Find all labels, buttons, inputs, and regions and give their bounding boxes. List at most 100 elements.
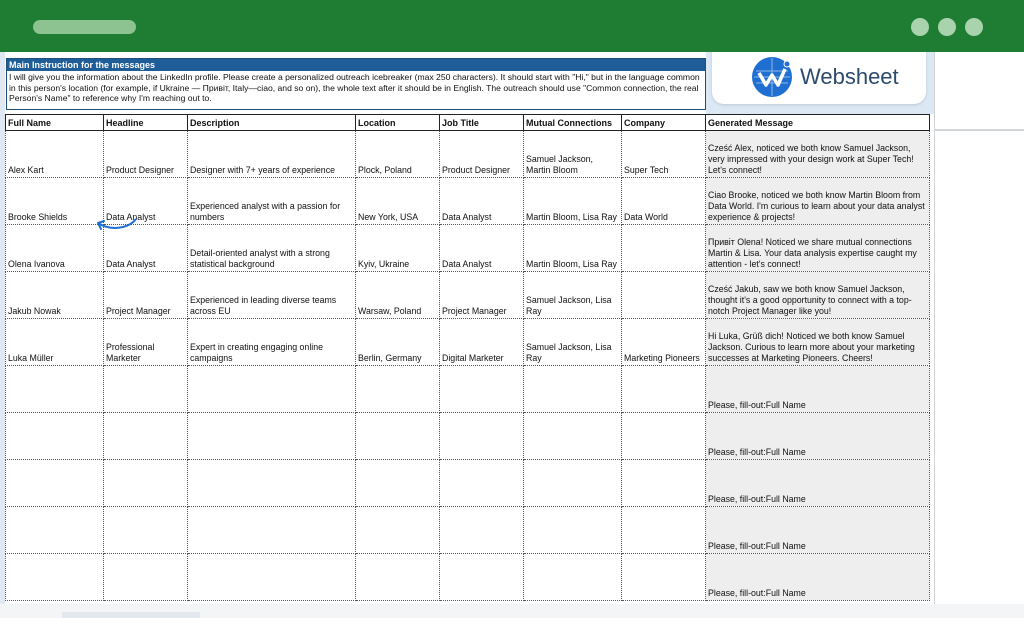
cell-headline[interactable]	[103, 412, 188, 460]
cell-job-title[interactable]	[439, 459, 524, 507]
cell-job-title[interactable]	[439, 506, 524, 554]
header-company[interactable]: Company	[621, 114, 706, 131]
table-row: Please, fill-out:Full Name	[5, 412, 930, 460]
cell-generated-message[interactable]: Please, fill-out:Full Name	[705, 506, 930, 554]
cell-company[interactable]	[621, 271, 706, 319]
cell-company[interactable]	[621, 224, 706, 272]
cell-generated-message[interactable]: Please, fill-out:Full Name	[705, 412, 930, 460]
cell-job-title[interactable]: Digital Marketer	[439, 318, 524, 366]
cell-mutual-connections[interactable]: Samuel Jackson, Martin Bloom	[523, 130, 622, 178]
table-row: Please, fill-out:Full Name	[5, 506, 930, 554]
cell-description[interactable]: Designer with 7+ years of experience	[187, 130, 356, 178]
cell-description[interactable]	[187, 459, 356, 507]
header-job-title[interactable]: Job Title	[439, 114, 524, 131]
cell-company[interactable]	[621, 553, 706, 601]
cell-full-name[interactable]	[5, 365, 104, 413]
cell-description[interactable]: Experienced in leading diverse teams acr…	[187, 271, 356, 319]
cell-location[interactable]	[355, 506, 440, 554]
table-row: Olena Ivanova Data Analyst Detail-oriented…	[5, 224, 930, 272]
cell-mutual-connections[interactable]	[523, 553, 622, 601]
cell-full-name[interactable]	[5, 506, 104, 554]
header-description[interactable]: Description	[187, 114, 356, 131]
cell-mutual-connections[interactable]: Martin Bloom, Lisa Ray	[523, 177, 622, 225]
cell-headline[interactable]	[103, 506, 188, 554]
instruction-box[interactable]: Main Instruction for the messages I will…	[6, 58, 706, 110]
cell-location[interactable]	[355, 412, 440, 460]
cell-location[interactable]: Berlin, Germany	[355, 318, 440, 366]
cell-mutual-connections[interactable]	[523, 412, 622, 460]
cell-company[interactable]: Super Tech	[621, 130, 706, 178]
cell-job-title[interactable]	[439, 365, 524, 413]
cell-description[interactable]: Expert in creating engaging online campa…	[187, 318, 356, 366]
cell-job-title[interactable]	[439, 412, 524, 460]
cell-location[interactable]: New York, USA	[355, 177, 440, 225]
cell-full-name[interactable]	[5, 553, 104, 601]
cell-headline[interactable]: Professional Marketer	[103, 318, 188, 366]
cell-full-name[interactable]: Brooke Shields	[5, 177, 104, 225]
cell-location[interactable]	[355, 459, 440, 507]
address-bar[interactable]	[33, 20, 136, 34]
cell-description[interactable]	[187, 365, 356, 413]
cell-description[interactable]	[187, 506, 356, 554]
cell-company[interactable]	[621, 459, 706, 507]
cell-full-name[interactable]: Alex Kart	[5, 130, 104, 178]
cell-mutual-connections[interactable]: Martin Bloom, Lisa Ray	[523, 224, 622, 272]
cell-full-name[interactable]: Jakub Nowak	[5, 271, 104, 319]
cell-headline[interactable]	[103, 459, 188, 507]
cell-location[interactable]: Plock, Poland	[355, 130, 440, 178]
cell-description[interactable]	[187, 553, 356, 601]
sheet-tab[interactable]	[62, 612, 200, 618]
cell-company[interactable]: Data World	[621, 177, 706, 225]
header-headline[interactable]: Headline	[103, 114, 188, 131]
cell-generated-message[interactable]: Please, fill-out:Full Name	[705, 365, 930, 413]
cell-description[interactable]	[187, 412, 356, 460]
cell-generated-message[interactable]: Please, fill-out:Full Name	[705, 459, 930, 507]
cell-company[interactable]	[621, 365, 706, 413]
cell-location[interactable]: Kyiv, Ukraine	[355, 224, 440, 272]
cell-job-title[interactable]: Product Designer	[439, 130, 524, 178]
cell-description[interactable]: Experienced analyst with a passion for n…	[187, 177, 356, 225]
cell-location[interactable]	[355, 365, 440, 413]
cell-full-name[interactable]: Luka Müller	[5, 318, 104, 366]
window-dot-2[interactable]	[938, 18, 956, 36]
cell-headline[interactable]	[103, 365, 188, 413]
header-mutual-connections[interactable]: Mutual Connections	[523, 114, 622, 131]
cell-description[interactable]: Detail-oriented analyst with a strong st…	[187, 224, 356, 272]
header-full-name[interactable]: Full Name	[5, 114, 104, 131]
window-dot-3[interactable]	[965, 18, 983, 36]
cell-full-name[interactable]: Olena Ivanova	[5, 224, 104, 272]
cell-company[interactable]	[621, 506, 706, 554]
header-location[interactable]: Location	[355, 114, 440, 131]
browser-top-bar	[0, 0, 1024, 52]
cell-full-name[interactable]	[5, 412, 104, 460]
curved-arrow-icon	[97, 218, 137, 230]
cell-location[interactable]: Warsaw, Poland	[355, 271, 440, 319]
cell-headline[interactable]: Product Designer	[103, 130, 188, 178]
cell-full-name[interactable]	[5, 459, 104, 507]
cell-job-title[interactable]: Data Analyst	[439, 224, 524, 272]
cell-generated-message[interactable]: Привіт Olena! Noticed we share mutual co…	[705, 224, 930, 272]
cell-headline[interactable]: Project Manager	[103, 271, 188, 319]
right-panel	[934, 52, 1024, 604]
cell-job-title[interactable]: Project Manager	[439, 271, 524, 319]
cell-mutual-connections[interactable]: Samuel Jackson, Lisa Ray	[523, 318, 622, 366]
instruction-text: I will give you the information about th…	[9, 72, 700, 103]
cell-generated-message[interactable]: Cześć Alex, noticed we both know Samuel …	[705, 130, 930, 178]
cell-mutual-connections[interactable]	[523, 506, 622, 554]
cell-generated-message[interactable]: Ciao Brooke, noticed we both know Martin…	[705, 177, 930, 225]
cell-job-title[interactable]	[439, 553, 524, 601]
cell-mutual-connections[interactable]: Samuel Jackson, Lisa Ray	[523, 271, 622, 319]
cell-company[interactable]	[621, 412, 706, 460]
header-generated-message[interactable]: Generated Message	[705, 114, 930, 131]
cell-company[interactable]: Marketing Pioneers	[621, 318, 706, 366]
data-table: Full Name Headline Description Location …	[5, 114, 930, 601]
cell-generated-message[interactable]: Cześć Jakub, saw we both know Samuel Jac…	[705, 271, 930, 319]
cell-mutual-connections[interactable]	[523, 365, 622, 413]
cell-headline[interactable]	[103, 553, 188, 601]
cell-location[interactable]	[355, 553, 440, 601]
cell-generated-message[interactable]: Please, fill-out:Full Name	[705, 553, 930, 601]
cell-generated-message[interactable]: Hi Luka, Grüß dich! Noticed we both know…	[705, 318, 930, 366]
cell-mutual-connections[interactable]	[523, 459, 622, 507]
cell-job-title[interactable]: Data Analyst	[439, 177, 524, 225]
window-dot-1[interactable]	[911, 18, 929, 36]
